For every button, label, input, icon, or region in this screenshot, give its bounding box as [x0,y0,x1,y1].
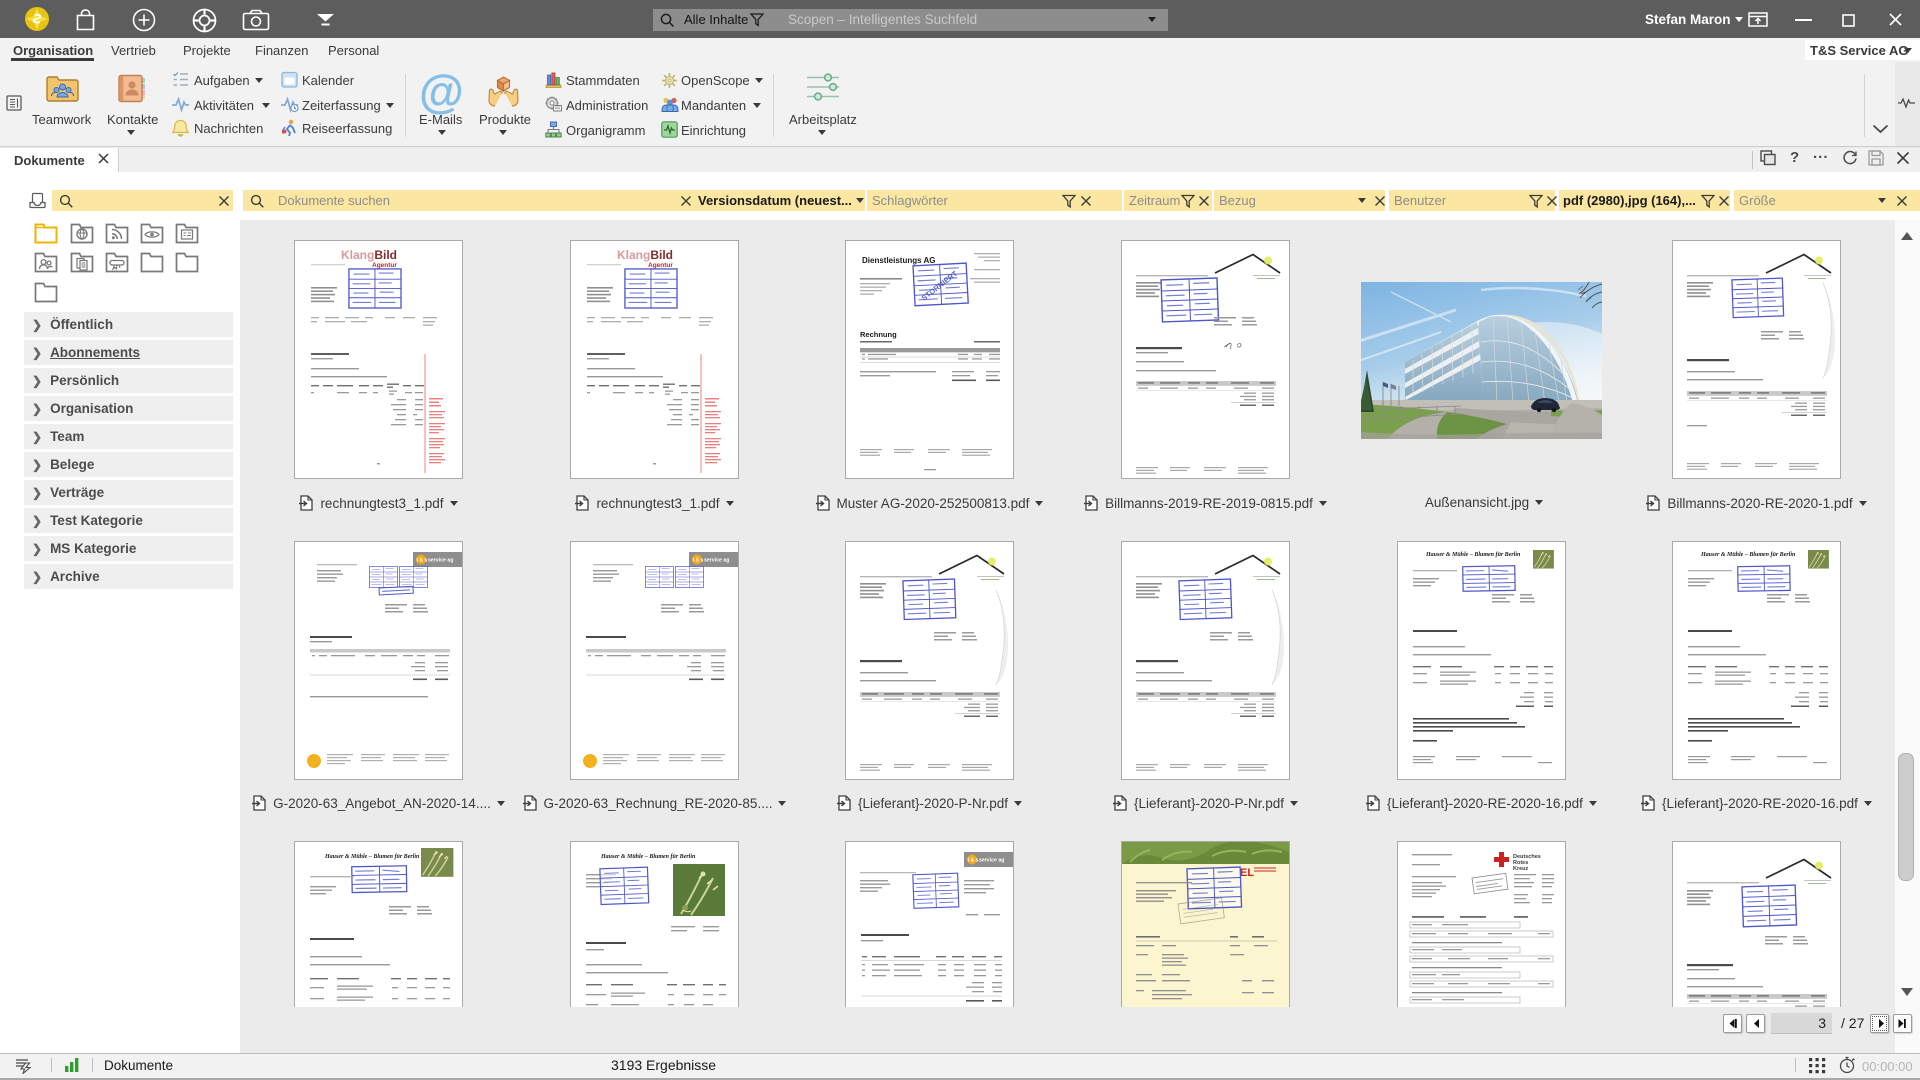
svg-text:t & s: t & s [968,858,979,864]
svg-text:Hauser & Mühle – Blumen für Be: Hauser & Mühle – Blumen für Berlin [324,854,420,860]
svg-text:Hauser & Mühle – Blumen für Be: Hauser & Mühle – Blumen für Berlin [1425,552,1521,558]
svg-text:service ag: service ag [428,558,453,564]
svg-text:EL: EL [1240,867,1254,879]
svg-text:t & s: t & s [417,558,428,564]
svg-text:Hauser & Mühle – Blumen für Be: Hauser & Mühle – Blumen für Berlin [600,854,696,860]
svg-text:t & s: t & s [693,558,704,564]
svg-text:Rechnung: Rechnung [860,330,897,339]
svg-text:Agentur: Agentur [648,262,673,269]
svg-text:service ag: service ag [704,558,729,564]
svg-text:Dienstleistungs AG: Dienstleistungs AG [862,256,936,265]
svg-text:Hauser & Mühle – Blumen für Be: Hauser & Mühle – Blumen für Berlin [1700,552,1796,558]
svg-text:service ag: service ag [979,858,1004,864]
svg-text:Kreuz: Kreuz [1513,866,1529,872]
svg-text:KlangBild: KlangBild [617,248,673,262]
svg-text:KlangBild: KlangBild [341,248,397,262]
svg-text:Agentur: Agentur [372,262,397,269]
